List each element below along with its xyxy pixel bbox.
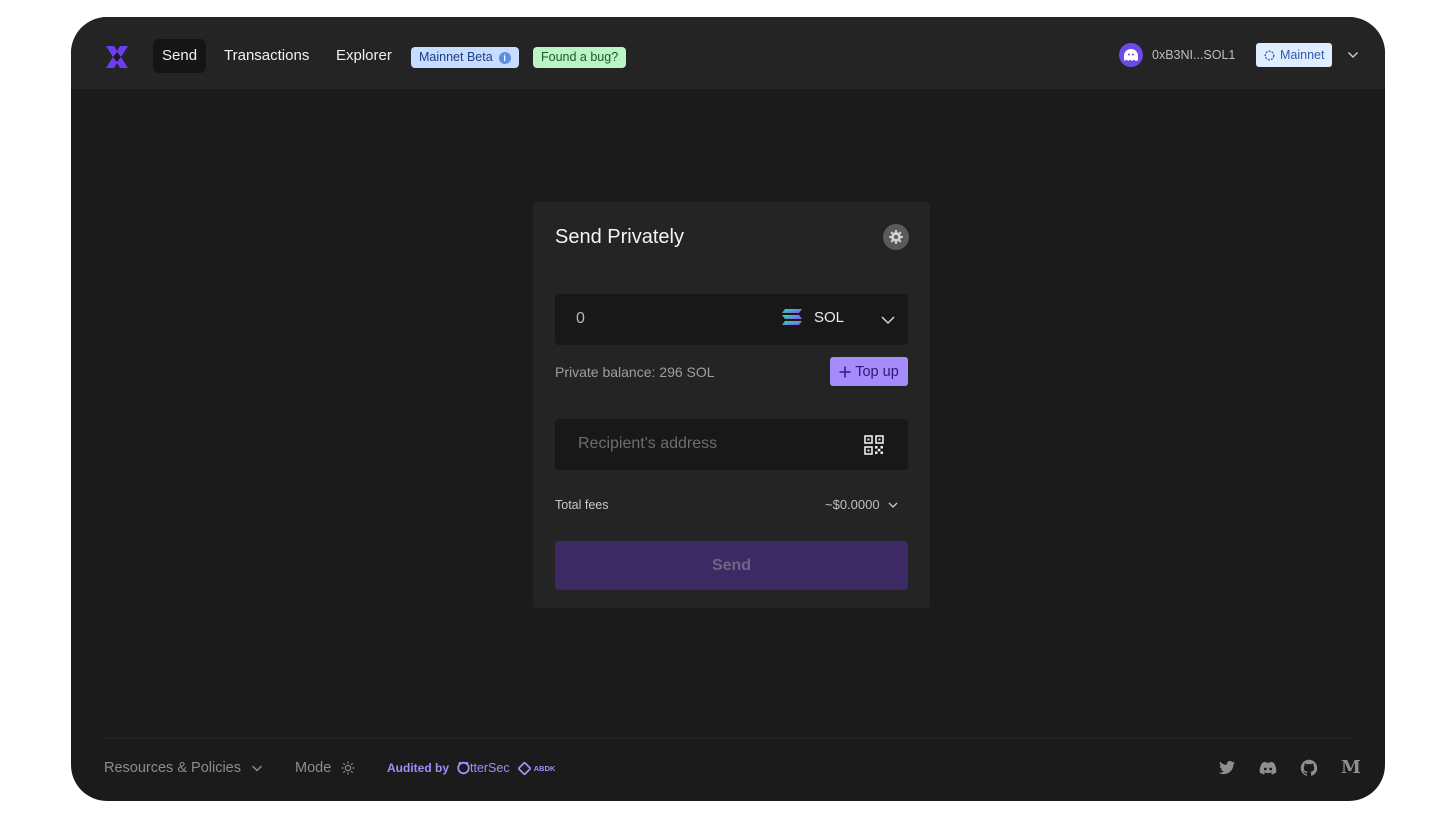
wallet-button[interactable]: 0xB3NI...SOL1 xyxy=(1119,43,1235,67)
solana-icon xyxy=(782,309,802,325)
top-up-label: Top up xyxy=(855,363,899,380)
nav-transactions[interactable]: Transactions xyxy=(215,39,318,73)
network-label: Mainnet xyxy=(1280,48,1325,62)
send-card: Send Privately 0 SOL Private balance: 29… xyxy=(533,202,930,608)
footer-divider xyxy=(103,738,1353,739)
ottersec-label: tterSec xyxy=(470,761,510,775)
nav-explorer[interactable]: Explorer xyxy=(327,39,401,73)
total-fees-value: ~$0.0000 xyxy=(825,497,880,512)
recipient-field[interactable] xyxy=(555,419,908,470)
medium-icon[interactable]: M xyxy=(1341,759,1361,777)
mainnet-beta-label: Mainnet Beta xyxy=(419,50,493,64)
token-name: SOL xyxy=(814,308,845,326)
settings-button[interactable] xyxy=(883,224,909,250)
mainnet-beta-badge[interactable]: Mainnet Beta i xyxy=(411,47,519,68)
gear-icon xyxy=(889,230,903,244)
amount-field[interactable]: 0 SOL xyxy=(555,294,908,345)
resources-chevron-down-icon xyxy=(252,765,262,772)
github-icon[interactable] xyxy=(1300,759,1318,777)
wallet-address: 0xB3NI...SOL1 xyxy=(1152,48,1236,62)
top-up-button[interactable]: Top up xyxy=(830,357,908,386)
private-balance: Private balance: 296 SOL xyxy=(555,364,715,380)
total-fees-toggle[interactable]: ~$0.0000 xyxy=(825,497,898,512)
sun-icon xyxy=(341,761,355,775)
fees-chevron-down-icon xyxy=(888,502,898,508)
nav-send[interactable]: Send xyxy=(153,39,207,73)
network-button[interactable]: Mainnet xyxy=(1256,43,1333,67)
abdk-icon xyxy=(517,761,531,775)
send-button[interactable]: Send xyxy=(555,541,908,590)
amount-input[interactable]: 0 xyxy=(576,310,585,328)
recipient-input[interactable] xyxy=(576,434,860,454)
token-chevron-down-icon[interactable] xyxy=(881,313,895,327)
otter-icon xyxy=(457,761,470,775)
found-bug-badge[interactable]: Found a bug? xyxy=(533,47,627,68)
mode-label: Mode xyxy=(295,760,332,776)
wallet-ghost-icon xyxy=(1119,43,1143,67)
mode-toggle[interactable]: Mode xyxy=(295,760,355,776)
audited-by: Audited by tterSec ABDK xyxy=(387,761,555,775)
card-title: Send Privately xyxy=(555,226,684,248)
top-bar: Send Transactions Explorer Mainnet Beta … xyxy=(71,17,1385,89)
info-icon[interactable]: i xyxy=(498,51,511,64)
app-window: Send Transactions Explorer Mainnet Beta … xyxy=(71,17,1385,801)
qr-code-icon[interactable] xyxy=(864,435,884,455)
audited-by-label: Audited by xyxy=(387,761,449,775)
twitter-icon[interactable] xyxy=(1218,759,1236,777)
logo-icon[interactable] xyxy=(103,43,131,71)
plus-icon xyxy=(839,366,851,377)
network-icon xyxy=(1264,50,1275,60)
total-fees-label: Total fees xyxy=(555,498,609,512)
abdk-link[interactable]: ABDK xyxy=(517,761,556,775)
discord-icon[interactable] xyxy=(1259,759,1277,777)
resources-dropdown[interactable]: Resources & Policies xyxy=(104,760,263,776)
token-selector[interactable]: SOL xyxy=(781,307,844,327)
ottersec-link[interactable]: tterSec xyxy=(457,761,510,775)
abdk-label: ABDK xyxy=(533,763,556,773)
resources-label: Resources & Policies xyxy=(104,760,241,776)
chevron-down-icon[interactable] xyxy=(1347,49,1359,61)
